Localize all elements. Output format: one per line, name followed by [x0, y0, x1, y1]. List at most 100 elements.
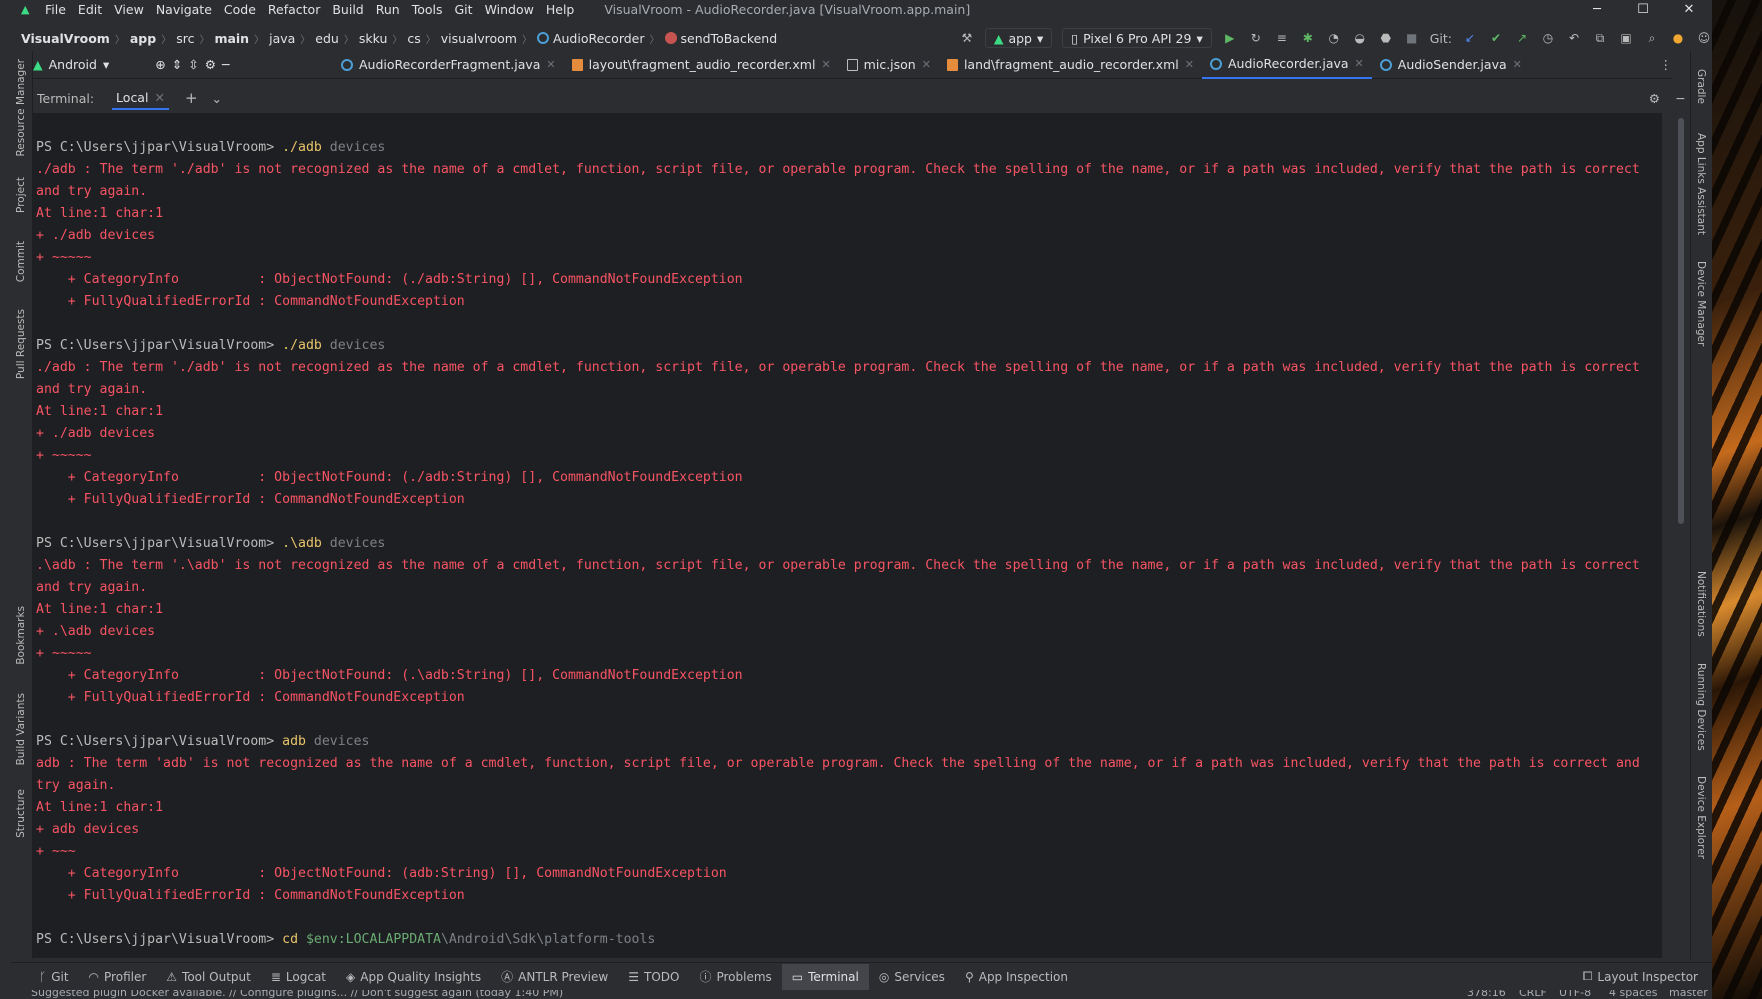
- menu-tools[interactable]: Tools: [406, 2, 449, 17]
- tool-logcat[interactable]: ≣ Logcat: [261, 964, 336, 990]
- tab-audiorecorder[interactable]: AudioRecorder.java ✕: [1201, 50, 1372, 79]
- status-indent[interactable]: 4 spaces: [1609, 990, 1658, 999]
- breadcrumb-visualvroom[interactable]: visualvroom 〉: [441, 31, 537, 46]
- menu-edit[interactable]: Edit: [72, 2, 108, 17]
- stop-icon[interactable]: ■: [1404, 30, 1420, 46]
- breadcrumb-skku[interactable]: skku 〉: [359, 31, 408, 46]
- tool-terminal[interactable]: ▭ Terminal: [781, 963, 869, 990]
- tool-tool-output[interactable]: ⚠ Tool Output: [156, 964, 261, 990]
- apply-changes-icon[interactable]: ↻: [1248, 30, 1264, 46]
- close-tab-icon[interactable]: ✕: [1355, 57, 1364, 70]
- more-tabs-icon[interactable]: ⋮: [1660, 57, 1673, 72]
- status-encoding[interactable]: UTF-8: [1559, 990, 1591, 999]
- git-commit-icon[interactable]: ✔: [1488, 30, 1504, 46]
- tool-git[interactable]: ᚴ Git: [29, 964, 79, 990]
- menu-navigate[interactable]: Navigate: [150, 2, 218, 17]
- menu-help[interactable]: Help: [540, 2, 581, 17]
- tab-layout-fragment-xml[interactable]: layout\fragment_audio_recorder.xml ✕: [564, 51, 839, 79]
- breadcrumb-method[interactable]: sendToBackend: [664, 31, 777, 46]
- breadcrumb-src[interactable]: src 〉: [176, 31, 214, 46]
- breadcrumb-edu[interactable]: edu 〉: [315, 31, 359, 46]
- status-message[interactable]: Suggested plugin Docker available. // Co…: [31, 990, 563, 999]
- tool-pull-requests[interactable]: Pull Requests: [15, 309, 27, 379]
- menu-code[interactable]: Code: [218, 2, 262, 17]
- tool-bookmarks[interactable]: Bookmarks: [15, 606, 27, 665]
- terminal-tab-local[interactable]: Local ✕: [112, 87, 169, 110]
- close-window-icon[interactable]: ✕: [1666, 0, 1712, 19]
- profile-icon[interactable]: ◔: [1326, 30, 1342, 46]
- git-update-icon[interactable]: ↙: [1462, 30, 1478, 46]
- hide-panel-icon[interactable]: ─: [222, 57, 230, 72]
- status-position[interactable]: 378:16: [1467, 990, 1506, 999]
- menu-git[interactable]: Git: [449, 2, 479, 17]
- maximize-icon[interactable]: ☐: [1620, 0, 1666, 19]
- tool-profiler[interactable]: ◠ Profiler: [79, 964, 157, 990]
- build-hammer-icon[interactable]: ⚒: [959, 30, 975, 46]
- menu-file[interactable]: File: [39, 2, 72, 17]
- device-manager-icon[interactable]: ▣: [1618, 30, 1634, 46]
- hide-panel-icon[interactable]: ─: [1676, 91, 1684, 106]
- tool-running-devices[interactable]: Running Devices: [1695, 663, 1707, 751]
- device-selector[interactable]: ▯ Pixel 6 Pro API 29 ▾: [1062, 28, 1212, 48]
- tab-audiosender[interactable]: AudioSender.java ✕: [1372, 51, 1530, 79]
- git-push-icon[interactable]: ↗: [1514, 30, 1530, 46]
- tool-app-quality-insights[interactable]: ◈ App Quality Insights: [336, 964, 491, 990]
- close-tab-icon[interactable]: ✕: [1513, 58, 1522, 71]
- device-mirror-icon[interactable]: ⧉: [1592, 30, 1608, 46]
- terminal-scrollbar[interactable]: [1678, 118, 1684, 524]
- git-history-icon[interactable]: ◷: [1540, 30, 1556, 46]
- tool-problems[interactable]: ⓘ Problems: [689, 964, 781, 990]
- update-available-icon[interactable]: ●: [1670, 30, 1686, 46]
- menu-build[interactable]: Build: [326, 2, 369, 17]
- close-tab-icon[interactable]: ✕: [154, 90, 164, 105]
- tool-resource-manager[interactable]: Resource Manager: [15, 59, 27, 157]
- tool-antlr-preview[interactable]: Ⓐ ANTLR Preview: [491, 964, 618, 990]
- tool-notifications[interactable]: Notifications: [1695, 571, 1707, 637]
- menu-run[interactable]: Run: [370, 2, 406, 17]
- terminal-output[interactable]: PS C:\Users\jjpar\VisualVroom> ./adb dev…: [33, 113, 1662, 958]
- tool-build-variants[interactable]: Build Variants: [15, 693, 27, 765]
- tool-gradle[interactable]: Gradle: [1695, 69, 1707, 104]
- breadcrumb-main[interactable]: main 〉: [214, 31, 269, 46]
- tool-app-inspection[interactable]: ⚲ App Inspection: [955, 964, 1078, 990]
- tool-project[interactable]: Project: [15, 177, 27, 213]
- account-icon[interactable]: ☺: [1696, 30, 1712, 46]
- menu-window[interactable]: Window: [479, 2, 540, 17]
- menu-refactor[interactable]: Refactor: [262, 2, 326, 17]
- menu-view[interactable]: View: [108, 2, 150, 17]
- sync-gradle-icon[interactable]: ⬣: [1378, 30, 1394, 46]
- apply-code-changes-icon[interactable]: ≡: [1274, 30, 1290, 46]
- attach-debugger-icon[interactable]: ◒: [1352, 30, 1368, 46]
- new-terminal-icon[interactable]: +: [185, 89, 198, 107]
- breadcrumb-cs[interactable]: cs 〉: [407, 31, 440, 46]
- tab-land-fragment-xml[interactable]: land\fragment_audio_recorder.xml ✕: [939, 51, 1202, 79]
- minimize-icon[interactable]: ─: [1574, 0, 1620, 19]
- breadcrumb-project[interactable]: VisualVroom 〉: [21, 31, 130, 46]
- tool-services[interactable]: ◎ Services: [869, 964, 955, 990]
- project-view-selector[interactable]: ▲ Android ▾ ⊕ ⇕ ⇳ ⚙ ─: [23, 57, 333, 72]
- tool-layout-inspector[interactable]: ⧠ Layout Inspector: [1573, 964, 1708, 990]
- run-config-selector[interactable]: ▲ app ▾: [984, 28, 1053, 48]
- tab-mic-json[interactable]: mic.json ✕: [839, 51, 939, 79]
- run-icon[interactable]: ▶: [1222, 30, 1238, 46]
- status-branch[interactable]: master: [1669, 990, 1708, 999]
- git-rollback-icon[interactable]: ↶: [1566, 30, 1582, 46]
- close-tab-icon[interactable]: ✕: [922, 58, 931, 71]
- debug-icon[interactable]: ✱: [1300, 30, 1316, 46]
- tool-todo[interactable]: ☰ TODO: [618, 964, 689, 990]
- tool-commit[interactable]: Commit: [15, 241, 27, 282]
- locate-icon[interactable]: ⊕: [155, 57, 165, 72]
- tool-device-manager[interactable]: Device Manager: [1695, 261, 1707, 346]
- tool-device-explorer[interactable]: Device Explorer: [1695, 776, 1707, 859]
- close-tab-icon[interactable]: ✕: [821, 58, 830, 71]
- collapse-all-icon[interactable]: ⇳: [188, 57, 198, 72]
- terminal-dropdown-icon[interactable]: ⌄: [212, 91, 222, 106]
- close-tab-icon[interactable]: ✕: [546, 58, 555, 71]
- breadcrumb-java[interactable]: java 〉: [269, 31, 315, 46]
- status-line-separator[interactable]: CRLF: [1519, 990, 1547, 999]
- settings-gear-icon[interactable]: ⚙: [205, 57, 216, 72]
- breadcrumb-class[interactable]: AudioRecorder 〉: [536, 31, 665, 46]
- close-tab-icon[interactable]: ✕: [1185, 58, 1194, 71]
- tool-app-links-assistant[interactable]: App Links Assistant: [1695, 133, 1707, 235]
- breadcrumb-module[interactable]: app 〉: [130, 31, 176, 46]
